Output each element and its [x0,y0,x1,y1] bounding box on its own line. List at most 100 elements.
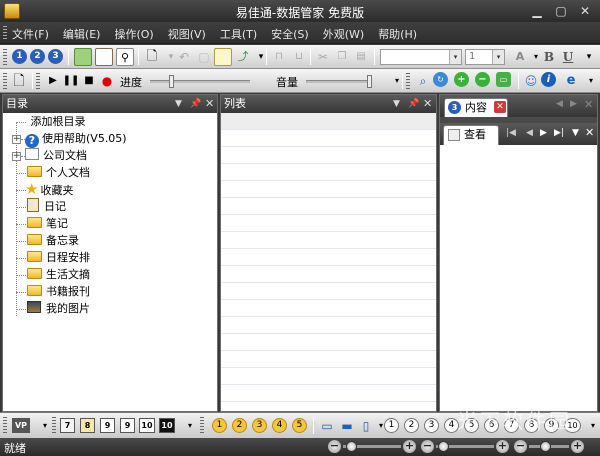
bold-button[interactable]: B [540,48,558,66]
tree-item[interactable]: 我的图片 [27,300,90,317]
number-1-button[interactable]: 1 [384,418,399,433]
list-row[interactable] [221,215,436,232]
tree-item[interactable]: 日记 [27,198,66,215]
new-page-icon[interactable]: 🗋 [10,72,28,90]
zoom-grip[interactable] [52,417,56,433]
number-3-button[interactable]: 3 [424,418,439,433]
record-icon[interactable]: ● [98,72,116,90]
tree-view-icon[interactable] [74,48,92,66]
toolbar4-grip[interactable] [406,73,410,89]
last-page-icon[interactable]: ▶| [554,128,564,138]
menu-file[interactable]: 文件(F) [12,26,49,42]
menu-help[interactable]: 帮助(H) [378,26,417,42]
add-icon[interactable]: + [454,72,469,87]
list-row[interactable] [221,334,436,351]
sync-icon[interactable]: ↻ [433,72,448,87]
next-page-icon[interactable]: ▶ [540,128,547,138]
circle-5-button[interactable]: 5 [292,418,307,433]
menu-view[interactable]: 视图(V) [168,26,206,42]
undo-icon[interactable]: ↶ [175,48,193,66]
view-three-icon[interactable]: 3 [48,49,63,64]
view-one-icon[interactable]: 1 [12,49,27,64]
content-pane-close-icon[interactable]: ✕ [584,98,593,111]
stop-icon[interactable]: ■ [80,72,98,90]
close-button[interactable]: ✕ [574,2,596,20]
pause-icon[interactable]: ❚❚ [62,72,80,90]
tree-pane-pin-icon[interactable]: 📌 [190,95,201,113]
tab-content[interactable]: 3 内容 ✕ [444,98,508,117]
font-name-combo[interactable]: ▾ [380,49,462,65]
list-row[interactable] [221,300,436,317]
zoom-10-button[interactable]: 10 [139,418,155,433]
list-header-row[interactable] [221,113,436,130]
list-row[interactable] [221,317,436,334]
toolbar2-grip[interactable] [3,73,7,89]
progress-slider[interactable] [150,80,250,83]
monitor-icon[interactable]: ▭ [318,417,336,435]
tree-item[interactable]: 个人文档 [27,164,90,181]
first-page-icon[interactable]: |◀ [506,128,516,138]
font-size-dropdown-icon[interactable]: ▾ [492,50,504,64]
new-document-icon[interactable]: 🗋 [143,48,161,66]
volume-slider-thumb[interactable] [367,75,372,88]
info-icon[interactable]: i [541,72,556,87]
item-list[interactable] [221,113,436,411]
cut-icon[interactable]: ✂ [314,48,332,66]
list-row[interactable] [221,385,436,402]
list-row[interactable] [221,130,436,147]
play-icon[interactable]: ▶ [44,72,62,90]
circle-1-button[interactable]: 1 [212,418,227,433]
zoom2-out-icon[interactable]: − [421,440,434,453]
message-icon[interactable]: ▭ [496,72,511,87]
progress-slider-thumb[interactable] [169,75,174,88]
zoom-9b-button[interactable]: 9 [120,418,135,433]
tab-scroll-left-icon[interactable]: ◀ [556,99,563,109]
content-tab-close-icon[interactable]: ✕ [494,101,506,113]
list-row[interactable] [221,368,436,385]
list-row[interactable] [221,164,436,181]
calendar-icon[interactable] [95,48,113,66]
menu-security[interactable]: 安全(S) [271,26,309,42]
person-icon[interactable]: ⚲ [116,48,134,66]
font-name-dropdown-icon[interactable]: ▾ [449,50,461,64]
list-row[interactable] [221,198,436,215]
expand-icon[interactable]: + [12,152,21,161]
expand-icon[interactable]: + [12,135,21,144]
circle-4-button[interactable]: 4 [272,418,287,433]
zoom2-in-icon[interactable]: + [496,440,509,453]
tree-item[interactable]: ? 使用帮助(V5.05) [25,130,127,148]
zoom-10-dark-button[interactable]: 10 [159,418,175,433]
view-close-icon[interactable]: ✕ [585,126,594,139]
tree-item[interactable]: 笔记 [27,215,68,232]
number-2-button[interactable]: 2 [404,418,419,433]
nav-overflow-icon[interactable]: ▾ [582,72,600,90]
prev-page-icon[interactable]: ◀ [526,128,533,138]
zoom-9-button[interactable]: 9 [100,418,115,433]
menu-appearance[interactable]: 外观(W) [323,26,364,42]
circles-grip[interactable] [200,417,204,433]
zoom-8-button[interactable]: 8 [80,418,95,433]
menu-edit[interactable]: 编辑(E) [63,26,101,42]
zoom3-knob[interactable] [540,441,551,452]
lock-icon[interactable]: ⊓ [270,48,288,66]
tree-pane-close-icon[interactable]: ✕ [205,95,214,113]
tab-view[interactable]: 查看 [443,125,499,145]
list-row[interactable] [221,351,436,368]
zoom3-out-icon[interactable]: − [514,440,527,453]
tree-item[interactable]: 书籍报刊 [27,283,90,300]
toolbar-grip[interactable] [3,49,7,65]
tree-item[interactable]: ★ 收藏夹 [25,181,73,198]
list-pane-pin-icon[interactable]: 📌 [408,95,419,113]
circle-3-button[interactable]: 3 [252,418,267,433]
list-pane-close-icon[interactable]: ✕ [423,95,432,113]
remove-icon[interactable]: − [475,72,490,87]
list-row[interactable] [221,147,436,164]
list-row[interactable] [221,249,436,266]
export-dropdown-icon[interactable]: ▾ [252,48,270,66]
tree-item[interactable]: 日程安排 [27,249,90,266]
menu-operation[interactable]: 操作(O) [114,26,153,42]
tree-pane-menu-icon[interactable]: ▼ [175,95,182,113]
zoom1-knob[interactable] [346,441,357,452]
copy-icon[interactable]: ❐ [333,48,351,66]
toolbar-overflow-icon[interactable]: ▾ [580,48,598,66]
